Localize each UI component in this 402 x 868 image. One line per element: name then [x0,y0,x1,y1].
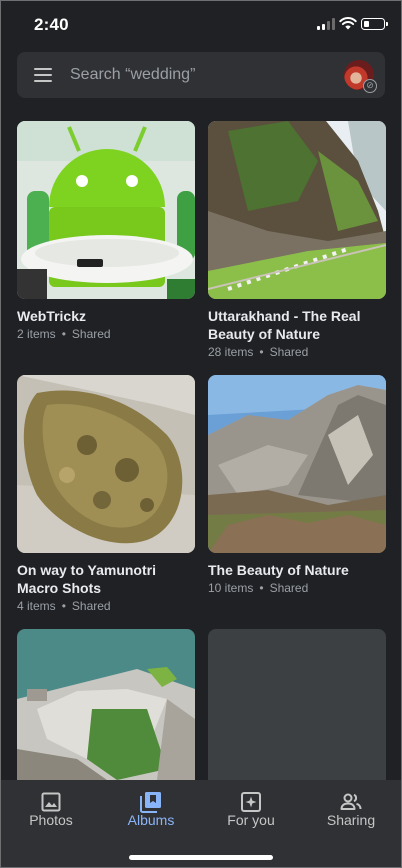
album-title: Uttarakhand - The Real Beauty of Nature [208,308,361,342]
menu-icon[interactable] [34,68,52,82]
status-time: 2:40 [34,15,69,34]
album-title: On way to Yamunotri Macro Shots [17,562,156,596]
album-cover[interactable] [208,121,386,299]
album-cover[interactable] [208,375,386,553]
album-meta: 2 items • Shared [17,327,111,341]
photo-icon [41,792,61,812]
nav-tab-sharing[interactable]: Sharing [301,780,401,840]
album-card[interactable]: The Beauty of Nature 10 items • Shared [208,375,386,595]
backup-off-icon: ⊘ [363,79,377,93]
nav-tab-photos[interactable]: Photos [1,780,101,840]
search-input[interactable]: Search “wedding” [70,66,195,84]
battery-icon [361,18,388,30]
album-card[interactable]: On way to Yamunotri Macro Shots 4 items •… [17,375,195,615]
album-cover[interactable] [17,121,195,299]
album-meta: 28 items • Shared [208,345,309,359]
album-cover-placeholder[interactable] [208,629,386,780]
album-title: WebTrickz [17,308,86,324]
album-card[interactable]: Uttarakhand - The Real Beauty of Nature … [208,121,386,361]
nav-label: For you [227,812,275,828]
home-indicator[interactable] [129,855,273,860]
nav-label: Photos [29,812,73,828]
album-cover[interactable] [17,629,195,780]
status-bar: 2:40 [0,0,402,48]
wifi-icon [339,17,357,30]
nav-tab-albums[interactable]: Albums [101,780,201,840]
album-card[interactable] [17,629,195,780]
album-meta: 10 items • Shared [208,581,309,595]
cellular-signal-icon [317,18,335,30]
nav-label: Sharing [326,812,376,828]
nav-tab-for-you[interactable]: For you [201,780,301,840]
search-bar[interactable]: Search “wedding” ⊘ [17,52,385,98]
album-card[interactable] [208,629,386,780]
album-meta: 4 items • Shared [17,599,111,613]
album-card[interactable]: WebTrickz 2 items • Shared [17,121,195,341]
album-title: The Beauty of Nature [208,562,349,578]
sharing-icon [340,793,362,810]
album-cover[interactable] [17,375,195,553]
nav-label: Albums [127,812,175,828]
album-icon [140,792,161,813]
for-you-icon [241,792,261,812]
account-avatar[interactable]: ⊘ [344,60,377,93]
